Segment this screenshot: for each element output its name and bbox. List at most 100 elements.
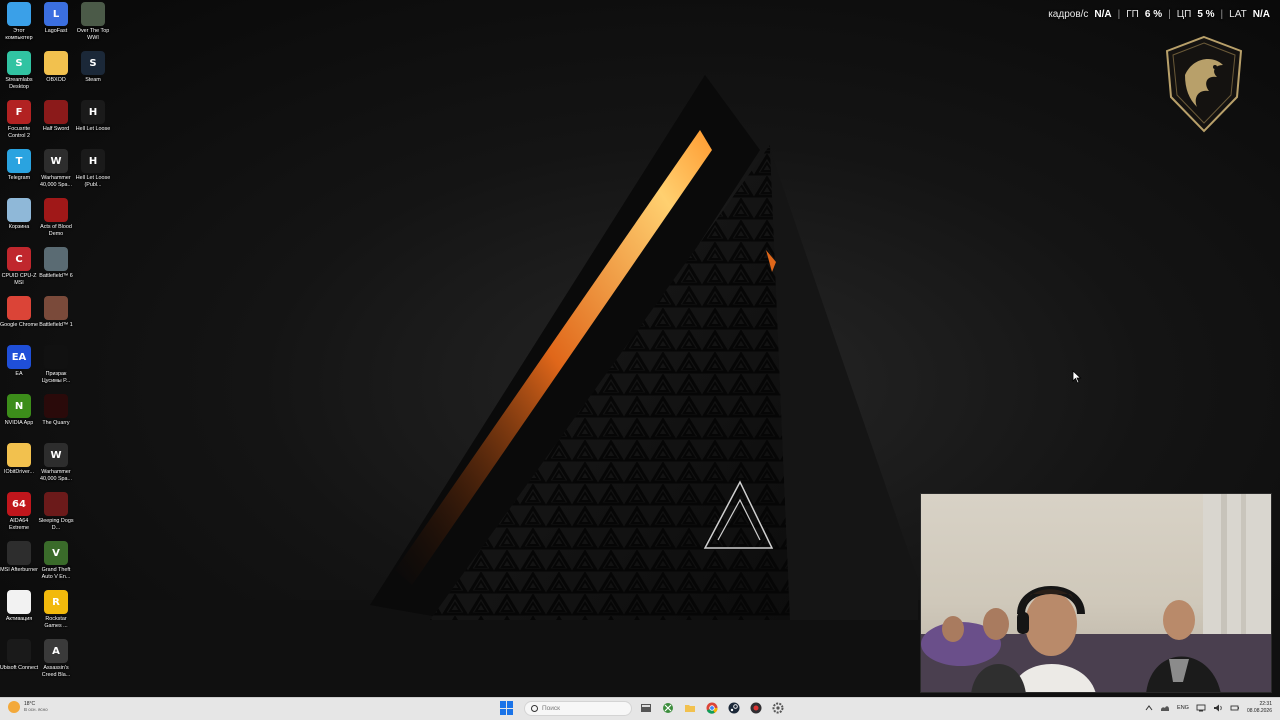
battlefield1-icon bbox=[44, 296, 68, 320]
desktop-icon[interactable]: R Rockstar Games ... bbox=[37, 590, 75, 630]
desktop-icon[interactable]: H Hell Let Loose (Publ... bbox=[74, 149, 112, 189]
desktop-icon[interactable]: N NVIDIA App bbox=[0, 394, 38, 427]
sun-icon bbox=[8, 701, 20, 713]
game-otwwi-icon bbox=[81, 2, 105, 26]
desktop-icon[interactable]: S Steam bbox=[74, 51, 112, 84]
chrome-icon bbox=[7, 296, 31, 320]
desktop-icon-label: Призрак Цусимы Р... bbox=[41, 371, 71, 384]
desktop-icon[interactable]: Half Sword bbox=[37, 100, 75, 133]
taskbar-clock[interactable]: 22:31 08.08.2026 bbox=[1247, 701, 1272, 715]
desktop-icon[interactable]: The Quarry bbox=[37, 394, 75, 427]
weather-text: 18°C В осн. ясно bbox=[24, 701, 48, 713]
desktop-icon[interactable]: OBXOD bbox=[37, 51, 75, 84]
obs-taskbar-button[interactable] bbox=[748, 700, 764, 716]
cpu-label: ЦП bbox=[1176, 9, 1192, 20]
desktop-icon[interactable]: Acts of Blood Demo bbox=[37, 198, 75, 238]
desktop-icon-label: MSI Afterburner bbox=[0, 567, 38, 573]
clock-time: 22:31 bbox=[1259, 701, 1272, 707]
mouse-cursor-icon bbox=[1072, 370, 1082, 384]
desktop-icon-label: Telegram bbox=[7, 175, 31, 181]
folder-icon bbox=[685, 705, 695, 712]
desktop-icon[interactable]: Battlefield™ 6 bbox=[37, 247, 75, 280]
desktop-icon[interactable]: A Assassin's Creed Bla... bbox=[37, 639, 75, 679]
desktop-icon[interactable]: T Telegram bbox=[0, 149, 38, 182]
desktop-icon[interactable]: Google Chrome bbox=[0, 296, 38, 329]
desktop-icon[interactable]: EA EA bbox=[0, 345, 38, 378]
ea-icon: EA bbox=[7, 345, 31, 369]
desktop-icon-label: LagoFast bbox=[44, 28, 68, 34]
desktop-icon-label: NVIDIA App bbox=[4, 420, 34, 426]
msi-dragon-logo bbox=[1165, 35, 1243, 133]
obs-icon bbox=[750, 702, 762, 714]
chrome-taskbar-button[interactable] bbox=[704, 700, 720, 716]
weather-widget[interactable]: 18°C В осн. ясно bbox=[8, 701, 48, 713]
cpuz-icon: C bbox=[7, 247, 31, 271]
performance-overlay: кадров/с N/A | ГП 6 % | ЦП 5 % | LAT N/A bbox=[1048, 9, 1270, 20]
desktop-icon-label: The Quarry bbox=[42, 420, 70, 426]
desktop-icon[interactable]: Sleeping Dogs D... bbox=[37, 492, 75, 532]
desktop-icon[interactable]: C CPUID CPU-Z MSI bbox=[0, 247, 38, 287]
onedrive-icon[interactable] bbox=[1160, 703, 1170, 713]
hell-let-loose-public-icon: H bbox=[81, 149, 105, 173]
desktop-icon[interactable]: Ubisoft Connect bbox=[0, 639, 38, 672]
desktop-icon-label: Корзина bbox=[8, 224, 30, 230]
desktop-icon[interactable]: L LagoFast bbox=[37, 2, 75, 35]
desktop-icon[interactable]: Battlefield™ 1 bbox=[37, 296, 75, 329]
desktop-icon[interactable]: H Hell Let Loose bbox=[74, 100, 112, 133]
desktop-icon-label: AIDA64 Extreme bbox=[8, 518, 30, 531]
desktop-icon[interactable]: V Grand Theft Auto V En... bbox=[37, 541, 75, 581]
desktop-icon[interactable]: MSI Afterburner bbox=[0, 541, 38, 574]
telegram-icon: T bbox=[7, 149, 31, 173]
battery-icon[interactable] bbox=[1230, 703, 1240, 713]
desktop-icon[interactable]: IObitDriver... bbox=[0, 443, 38, 476]
warhammer-icon: W bbox=[44, 443, 68, 467]
desktop-icon[interactable]: S Streamlabs Desktop bbox=[0, 51, 38, 91]
file-explorer-taskbar-button[interactable] bbox=[638, 700, 654, 716]
desktop-icon[interactable]: Призрак Цусимы Р... bbox=[37, 345, 75, 385]
desktop-icon-label: Warhammer 40,000 Spa... bbox=[39, 469, 73, 482]
desktop-icon-label: Focusrite Control 2 bbox=[7, 126, 31, 139]
desktop-icon-label: Streamlabs Desktop bbox=[5, 77, 33, 90]
desktop-icon[interactable]: W Warhammer 40,000 Spa... bbox=[37, 443, 75, 483]
focusrite-icon: F bbox=[7, 100, 31, 124]
network-icon[interactable] bbox=[1196, 703, 1206, 713]
start-button[interactable] bbox=[500, 701, 514, 715]
lat-label: LAT bbox=[1229, 9, 1247, 20]
rockstar-icon: R bbox=[44, 590, 68, 614]
weather-description: В осн. ясно bbox=[24, 707, 48, 712]
fps-label: кадров/с bbox=[1048, 9, 1089, 20]
system-tray: ENG 22:31 08.08.2026 bbox=[1145, 701, 1272, 715]
xbox-taskbar-button[interactable] bbox=[660, 700, 676, 716]
desktop-icon[interactable]: Over The Top WWI bbox=[74, 2, 112, 42]
steam-taskbar-button[interactable] bbox=[726, 700, 742, 716]
computer-icon bbox=[7, 2, 31, 26]
search-icon bbox=[531, 704, 538, 712]
taskbar-search-box[interactable] bbox=[524, 700, 632, 716]
desktop-icon[interactable]: F Focusrite Control 2 bbox=[0, 100, 38, 140]
desktop-icon[interactable]: Активация bbox=[0, 590, 38, 623]
clock-date: 08.08.2026 bbox=[1246, 708, 1272, 714]
settings-taskbar-button[interactable] bbox=[770, 700, 786, 716]
desktop-icon[interactable]: 64 AIDA64 Extreme bbox=[0, 492, 38, 532]
desktop-icon[interactable]: W Warhammer 40,000 Spa... bbox=[37, 149, 75, 189]
desktop-icon-label: Этот компьютер bbox=[5, 28, 33, 41]
ubisoft-icon bbox=[7, 639, 31, 663]
volume-icon[interactable] bbox=[1213, 703, 1223, 713]
desktop-icon[interactable]: Корзина bbox=[0, 198, 38, 231]
folder-taskbar-button[interactable] bbox=[682, 700, 698, 716]
desktop-icon-label: Battlefield™ 6 bbox=[39, 273, 73, 279]
folder-icon bbox=[44, 51, 68, 75]
battlefield6-icon bbox=[44, 247, 68, 271]
afterburner-icon bbox=[7, 541, 31, 565]
file-explorer-icon bbox=[641, 704, 651, 712]
overlay-separator: | bbox=[1168, 9, 1171, 20]
steam-icon bbox=[728, 702, 740, 714]
chevron-up-icon[interactable] bbox=[1145, 704, 1153, 712]
desktop-icon-label: EA bbox=[15, 371, 23, 377]
search-input[interactable] bbox=[542, 704, 622, 712]
language-indicator[interactable]: ENG bbox=[1177, 705, 1189, 711]
desktop-icon[interactable]: Этот компьютер bbox=[0, 2, 38, 42]
webcam-overlay bbox=[920, 493, 1272, 693]
taskbar-center bbox=[500, 700, 786, 716]
desktop-icon-label: Активация bbox=[5, 616, 33, 622]
